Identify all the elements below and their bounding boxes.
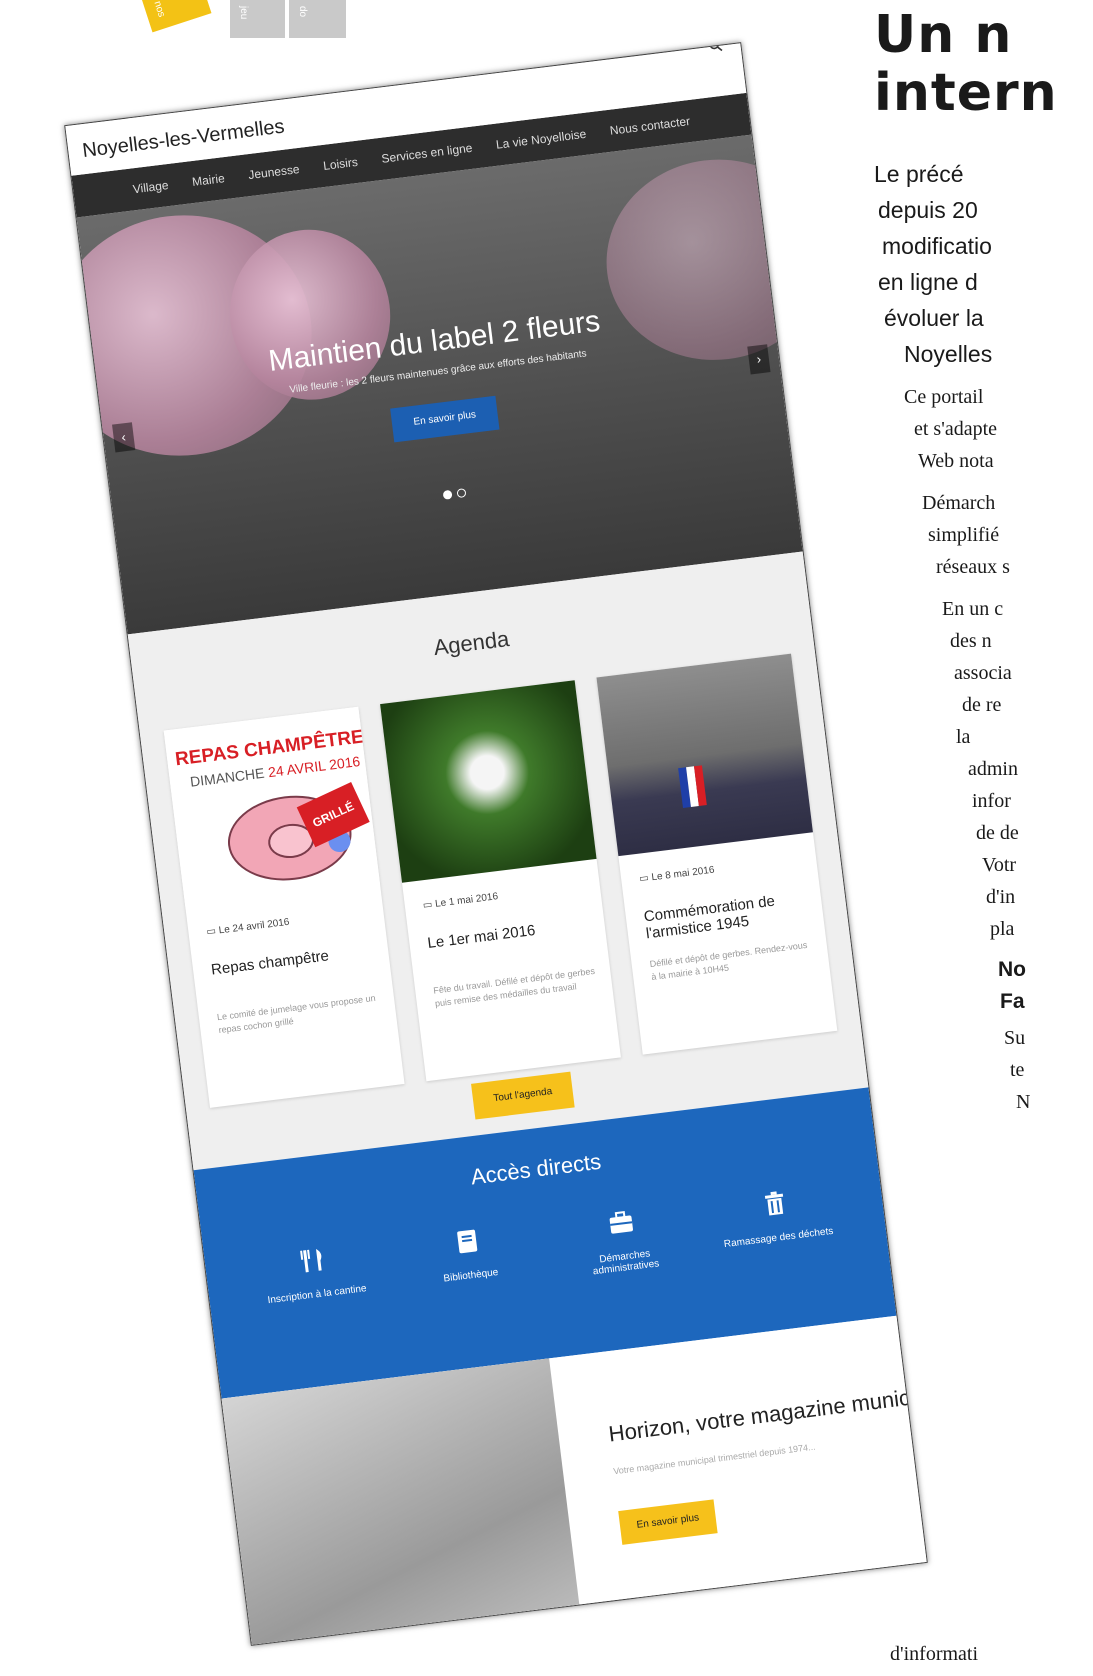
tab-jeu[interactable]: jeu: [230, 0, 285, 38]
card-description: Défilé et dépôt de gerbes. Rendez-vous à…: [649, 939, 808, 983]
nav-item-mairie[interactable]: Mairie: [191, 171, 225, 189]
slide-dot-1[interactable]: [442, 489, 453, 500]
article-lead-line: modificatio: [882, 233, 992, 259]
agenda-card[interactable]: ▭ Le 1 mai 2016 Le 1er mai 2016 Fête du …: [380, 680, 621, 1082]
card-description: Le comité de jumelage vous propose un re…: [216, 992, 377, 1036]
hero-slider: Maintien du label 2 fleurs Ville fleurie…: [76, 134, 803, 635]
acces-item-label: Inscription à la cantine: [267, 1283, 368, 1307]
card-date: ▭ Le 8 mai 2016: [638, 864, 716, 885]
card-title[interactable]: Repas champêtre: [210, 942, 375, 978]
article-text-line: associa: [954, 662, 1012, 684]
article-text-line: te: [1010, 1059, 1025, 1081]
acces-item-label: Ramassage des déchets: [723, 1225, 834, 1251]
nav-item-services[interactable]: Services en ligne: [381, 141, 473, 166]
card-title[interactable]: Le 1er mai 2016: [427, 915, 592, 952]
nav-item-vie-noyelloise[interactable]: La vie Noyelloise: [495, 127, 587, 152]
tab-label: do: [297, 6, 308, 18]
article-text-line: réseaux s: [936, 556, 1010, 578]
article-bold-line: Fa: [1000, 990, 1025, 1013]
article-text-line: pla: [990, 918, 1015, 940]
article-text-line: d'in: [986, 886, 1016, 908]
article-text-line: et s'adapte: [914, 418, 998, 440]
card-date: ▭ Le 24 avril 2016: [205, 916, 291, 938]
cutlery-icon: [299, 1249, 322, 1273]
article-text-line: Web nota: [918, 450, 994, 472]
commemoration-photo: [596, 653, 813, 857]
article-text-line: des n: [950, 630, 992, 652]
all-agenda-button[interactable]: Tout l'agenda: [471, 1071, 575, 1120]
lily-of-the-valley-image: [380, 680, 597, 883]
nav-item-jeunesse[interactable]: Jeunesse: [248, 162, 301, 182]
acces-item-label: Bibliothèque: [442, 1266, 499, 1285]
agenda-section: Agenda REPAS CHAMPÊTRE DIMANCHE 24 AVRIL…: [127, 551, 869, 1171]
acces-item-cantine[interactable]: Inscription à la cantine: [252, 1239, 379, 1318]
prev-slide-arrow-icon[interactable]: ‹: [112, 422, 136, 453]
tab-label: nos: [151, 0, 167, 19]
nav-item-loisirs[interactable]: Loisirs: [322, 155, 358, 173]
article-lead-line: Noyelles: [904, 341, 993, 367]
article-text-line: infor: [972, 790, 1011, 812]
magazine-subtitle: Votre magazine municipal trimestriel dep…: [612, 1441, 817, 1477]
card-description: Fête du travail. Défilé et dépôt de gerb…: [432, 965, 596, 1009]
nav-item-contact[interactable]: Nous contacter: [609, 114, 691, 138]
article-bold-line: No: [998, 958, 1026, 981]
agenda-card[interactable]: ▭ Le 8 mai 2016 Commémoration de l'armis…: [596, 653, 838, 1055]
article-column: Un n intern Le précé depuis 20 modificat…: [860, 0, 1093, 1676]
slider-dots: [442, 483, 472, 504]
article-text-line: d'informati: [890, 1643, 979, 1665]
card-date: ▭ Le 1 mai 2016: [422, 891, 499, 912]
search-icon[interactable]: [707, 42, 723, 53]
tab-label: jeu: [238, 6, 249, 20]
article-text-line: Démarch: [922, 492, 996, 514]
article-text-line: Ce portail: [904, 386, 984, 408]
website-screenshot: Noyelles-les-Vermelles Village Mairie Je…: [64, 42, 928, 1646]
article-text-line: En un c: [942, 598, 1004, 620]
article-text-line: Su: [1004, 1027, 1026, 1049]
acces-item-label: Démarches administratives: [592, 1248, 660, 1278]
article-lead-line: Le précé: [874, 161, 964, 187]
article-title: Un n intern: [874, 5, 1058, 123]
agenda-card[interactable]: REPAS CHAMPÊTRE DIMANCHE 24 AVRIL 2016 G…: [163, 706, 405, 1108]
article-lead-line: évoluer la: [884, 305, 984, 331]
article-text-line: de de: [976, 822, 1019, 844]
newspaper-image: [221, 1358, 586, 1646]
repas-poster-image: REPAS CHAMPÊTRE DIMANCHE 24 AVRIL 2016 G…: [163, 706, 381, 910]
next-slide-arrow-icon[interactable]: ›: [747, 344, 771, 375]
article-text-line: admin: [968, 758, 1018, 780]
briefcase-icon: [609, 1211, 633, 1234]
acces-item-demarches[interactable]: Démarches administratives: [559, 1201, 686, 1280]
book-icon: [456, 1229, 477, 1254]
article-text-line: la: [956, 726, 971, 748]
article-text-line: N: [1016, 1091, 1031, 1113]
tab-do[interactable]: do: [289, 0, 346, 38]
article-lead-line: depuis 20: [878, 197, 978, 223]
acces-item-bibliotheque[interactable]: Bibliothèque: [405, 1220, 532, 1299]
tab-nos[interactable]: nos: [142, 0, 212, 33]
article-text-line: de re: [962, 694, 1002, 716]
nav-item-village[interactable]: Village: [132, 178, 169, 196]
hero-more-button[interactable]: En savoir plus: [390, 395, 500, 443]
magazine-more-button[interactable]: En savoir plus: [618, 1499, 718, 1545]
acces-item-dechets[interactable]: Ramassage des déchets: [713, 1183, 840, 1262]
article-text-line: simplifié: [928, 524, 1000, 546]
slide-dot-2[interactable]: [456, 488, 467, 499]
article-lead-line: en ligne d: [878, 269, 978, 295]
trash-icon: [764, 1191, 783, 1216]
article-text-line: Votr: [982, 854, 1017, 876]
card-title[interactable]: Commémoration de l'armistice 1945: [643, 889, 810, 943]
